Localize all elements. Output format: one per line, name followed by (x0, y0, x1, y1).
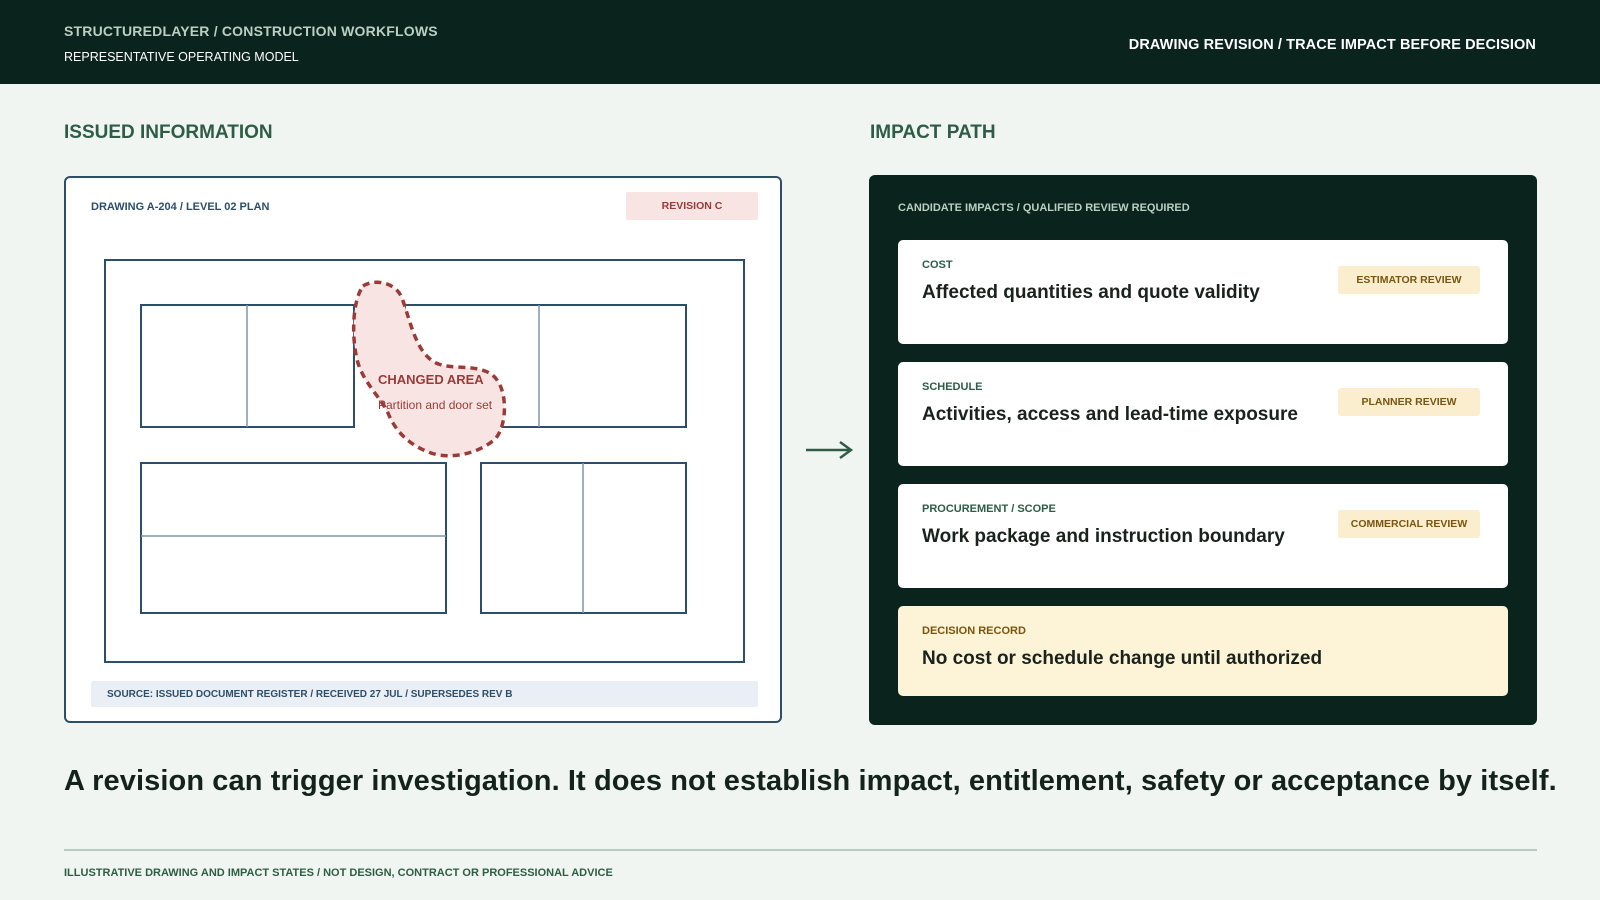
decision-description: No cost or schedule change until authori… (922, 648, 1323, 669)
impact-header: CANDIDATE IMPACTS / QUALIFIED REVIEW REQ… (898, 202, 1190, 214)
source-text: SOURCE: ISSUED DOCUMENT REGISTER / RECEI… (107, 688, 513, 700)
changed-area-detail: Partition and door set (378, 398, 493, 412)
context-title: DRAWING REVISION / TRACE IMPACT BEFORE D… (1128, 37, 1536, 53)
brand-title: STRUCTUREDLAYER / CONSTRUCTION WORKFLOWS (64, 23, 438, 39)
review-badge: ESTIMATOR REVIEW (1338, 266, 1480, 294)
impact-card-schedule: SCHEDULE Activities, access and lead-tim… (898, 362, 1508, 466)
issued-section-title: ISSUED INFORMATION (64, 122, 273, 143)
floor-plan-drawing: CHANGED AREA Partition and door set (104, 259, 745, 663)
impact-description: Activities, access and lead-time exposur… (922, 404, 1298, 425)
decision-category: DECISION RECORD (922, 625, 1026, 637)
impact-category: PROCUREMENT / SCOPE (922, 503, 1056, 515)
impact-card-cost: COST Affected quantities and quote valid… (898, 240, 1508, 344)
drawing-card: DRAWING A-204 / LEVEL 02 PLAN REVISION C… (64, 176, 782, 723)
footnote: ILLUSTRATIVE DRAWING AND IMPACT STATES /… (64, 867, 613, 879)
decision-record-card: DECISION RECORD No cost or schedule chan… (898, 606, 1508, 696)
arrow-right-icon (806, 440, 854, 460)
key-statement: A revision can trigger investigation. It… (64, 765, 1557, 797)
impact-category: SCHEDULE (922, 381, 983, 393)
source-bar: SOURCE: ISSUED DOCUMENT REGISTER / RECEI… (91, 681, 758, 707)
room-bottom-left (140, 462, 447, 614)
review-badge: PLANNER REVIEW (1338, 388, 1480, 416)
impact-category: COST (922, 259, 953, 271)
footer-divider (64, 849, 1537, 851)
changed-area-cloud (351, 280, 507, 458)
impact-section-title: IMPACT PATH (870, 122, 996, 143)
impact-card-procurement: PROCUREMENT / SCOPE Work package and ins… (898, 484, 1508, 588)
review-badge: COMMERCIAL REVIEW (1338, 510, 1480, 538)
changed-area-title: CHANGED AREA (378, 372, 484, 387)
plan-outline (104, 259, 745, 663)
brand-subtitle: REPRESENTATIVE OPERATING MODEL (64, 50, 299, 64)
impact-description: Work package and instruction boundary (922, 526, 1285, 547)
impact-description: Affected quantities and quote validity (922, 282, 1260, 303)
top-bar: STRUCTUREDLAYER / CONSTRUCTION WORKFLOWS… (0, 0, 1600, 84)
impact-panel: CANDIDATE IMPACTS / QUALIFIED REVIEW REQ… (869, 175, 1537, 725)
